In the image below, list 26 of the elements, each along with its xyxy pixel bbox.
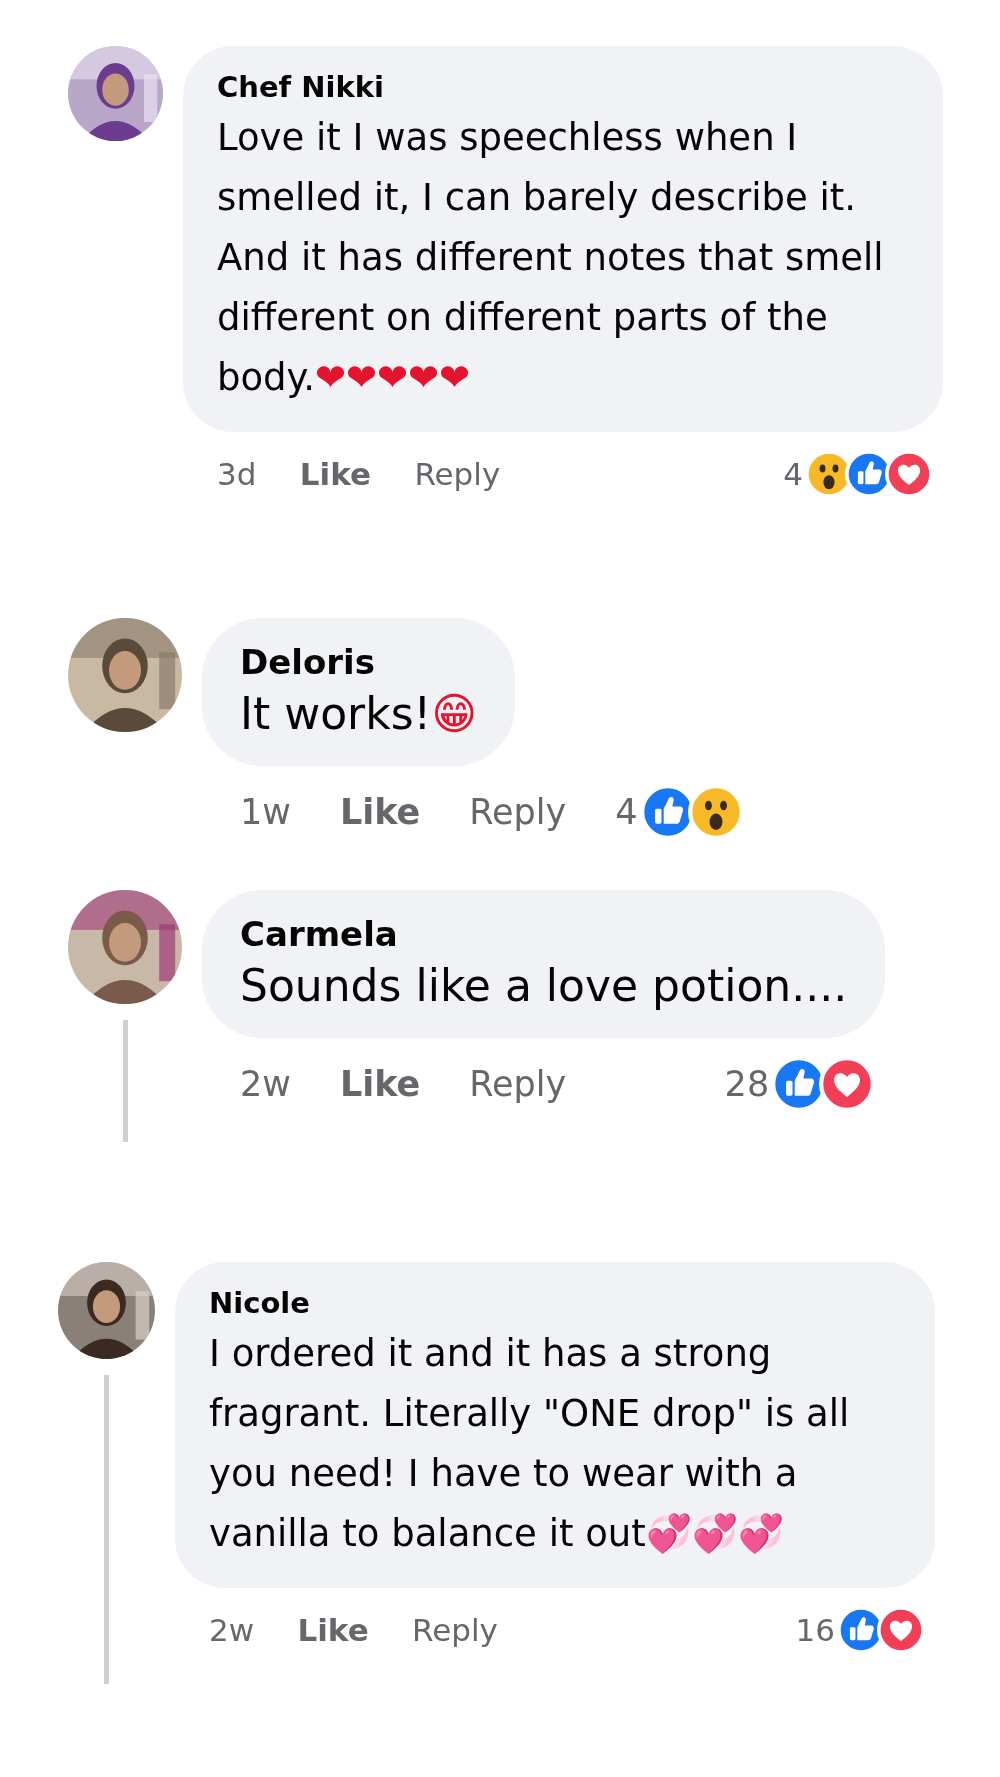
comment-text: Sounds like a love potion.... <box>240 960 848 1011</box>
love-reaction-icon <box>877 1606 925 1654</box>
comment-text: I ordered it and it has a strong fragrant. Literally "ONE drop" is all you need! I have to wear with a vanilla to balance it out💞💞💞 <box>209 1332 850 1555</box>
like-link[interactable]: Like <box>339 792 421 832</box>
reply-link[interactable]: Reply <box>469 792 567 832</box>
reply-link[interactable]: Reply <box>469 1064 567 1104</box>
comment-author[interactable]: Carmela <box>240 914 848 954</box>
reaction-count[interactable]: 4 <box>615 792 638 832</box>
reply-link[interactable]: Reply <box>412 1612 498 1648</box>
love-reaction-icon <box>885 450 933 498</box>
reaction-count[interactable]: 16 <box>795 1612 835 1648</box>
comment-text: It works!😁 <box>240 688 478 739</box>
comment-time[interactable]: 2w <box>209 1612 255 1648</box>
comment-author[interactable]: Chef Nikki <box>217 70 909 104</box>
like-link[interactable]: Like <box>339 1064 421 1104</box>
comment-author[interactable]: Deloris <box>240 642 478 682</box>
like-link[interactable]: Like <box>297 1612 369 1648</box>
comment-time[interactable]: 1w <box>240 792 291 832</box>
comment-text: Love it I was speechless when I smelled it, I can barely describe it. And it has different notes that smell different on different parts of the body.❤❤❤❤❤ <box>217 116 884 399</box>
reaction-count[interactable]: 28 <box>724 1064 770 1104</box>
comment-time[interactable]: 3d <box>217 456 257 492</box>
comment-author[interactable]: Nicole <box>209 1286 901 1320</box>
comment-time[interactable]: 2w <box>240 1064 291 1104</box>
reaction-count[interactable]: 4 <box>783 456 803 492</box>
like-link[interactable]: Like <box>299 456 371 492</box>
reply-link[interactable]: Reply <box>414 456 501 492</box>
